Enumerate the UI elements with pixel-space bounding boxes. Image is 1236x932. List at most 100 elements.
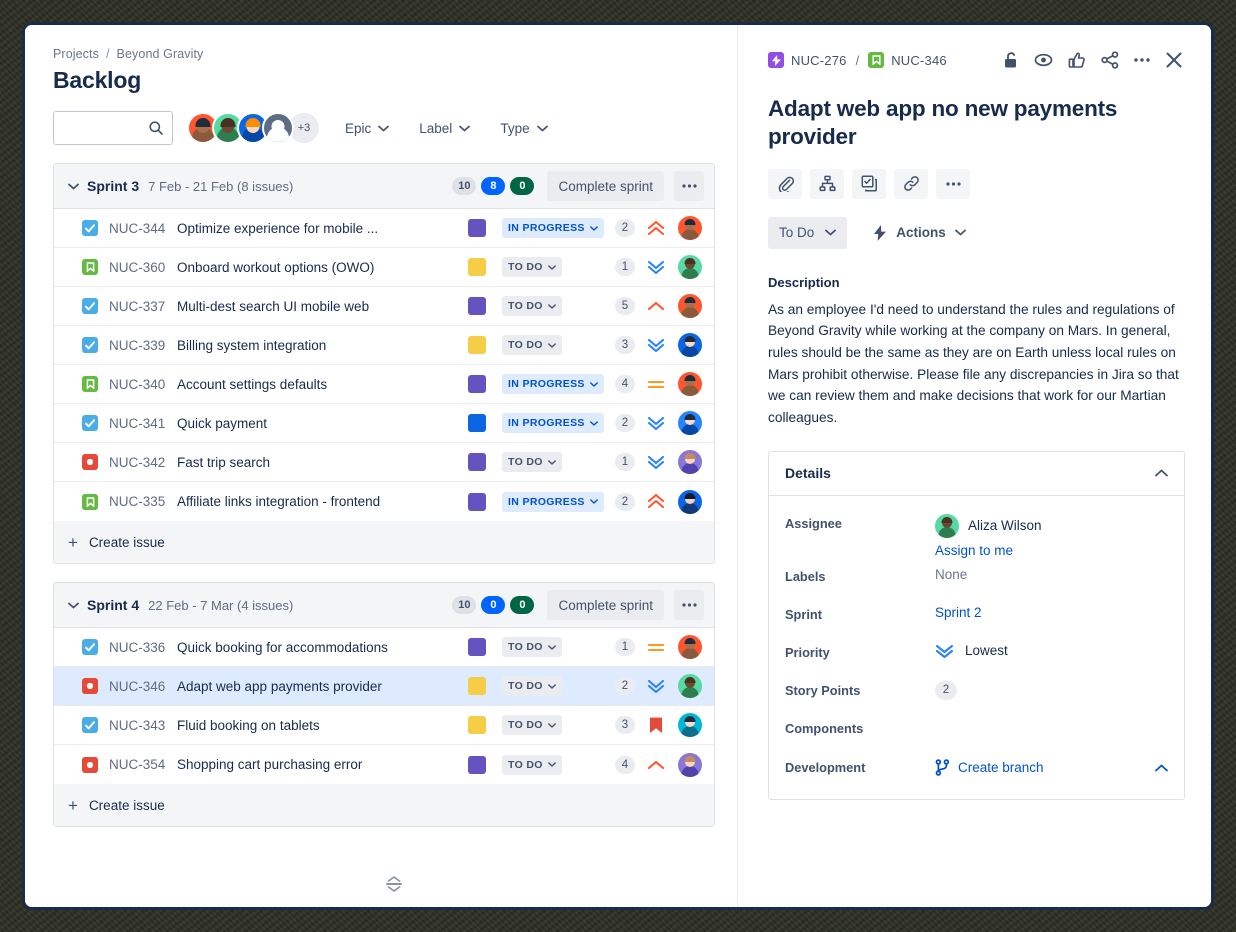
avatar[interactable] [678, 713, 702, 737]
chevron-down-icon[interactable] [68, 183, 79, 190]
filter-type[interactable]: Type [496, 112, 551, 144]
actions-dropdown[interactable]: Actions [873, 225, 966, 241]
status-dropdown[interactable]: IN PROGRESS [502, 413, 604, 433]
table-row[interactable]: NUC-360Onboard workout options (OWO)TO D… [54, 248, 714, 287]
story-points-badge[interactable]: 1 [615, 258, 635, 276]
issue-key[interactable]: NUC-354 [109, 757, 177, 772]
status-dropdown[interactable]: IN PROGRESS [502, 218, 604, 238]
table-row[interactable]: NUC-340Account settings defaults IN PROGR… [54, 365, 714, 404]
priority-indicator[interactable] [640, 717, 672, 734]
table-row[interactable]: NUC-342Fast trip searchTO DO1 [54, 443, 714, 482]
status-dropdown[interactable]: TO DO [502, 676, 562, 696]
avatar[interactable] [678, 333, 702, 357]
table-row[interactable]: NUC-335Affiliate links integration - fro… [54, 482, 714, 521]
priority-indicator[interactable] [640, 338, 672, 353]
priority-indicator[interactable] [640, 641, 672, 653]
quick-actions-more-button[interactable] [936, 169, 970, 199]
story-points-badge[interactable]: 3 [615, 716, 635, 734]
issue-key[interactable]: NUC-346 [109, 679, 177, 694]
story-points-badge[interactable]: 2 [615, 493, 635, 511]
issue-summary[interactable]: Billing system integration [177, 338, 468, 353]
filter-label[interactable]: Label [415, 112, 474, 144]
issue-summary[interactable]: Multi-dest search UI mobile web [177, 299, 468, 314]
epic-color-chip[interactable] [468, 677, 486, 695]
epic-color-chip[interactable] [468, 716, 486, 734]
status-dropdown[interactable]: TO DO [502, 296, 562, 316]
issue-key[interactable]: NUC-344 [109, 221, 177, 236]
priority-indicator[interactable] [640, 679, 672, 694]
share-icon[interactable] [1099, 49, 1121, 71]
status-dropdown[interactable]: TO DO [502, 257, 562, 277]
avatar[interactable] [678, 635, 702, 659]
epic-color-chip[interactable] [468, 375, 486, 393]
table-row[interactable]: NUC-354Shopping cart purchasing errorTO … [54, 745, 714, 784]
epic-color-chip[interactable] [468, 258, 486, 276]
status-dropdown[interactable]: IN PROGRESS [502, 374, 604, 394]
labels-value[interactable]: None [935, 564, 1168, 582]
story-points-badge[interactable]: 2 [615, 677, 635, 695]
issue-summary[interactable]: Shopping cart purchasing error [177, 757, 468, 772]
epic-color-chip[interactable] [468, 756, 486, 774]
status-dropdown[interactable]: TO DO [502, 335, 562, 355]
priority-indicator[interactable] [640, 378, 672, 390]
issue-key[interactable]: NUC-342 [109, 455, 177, 470]
pane-resize-handle[interactable] [381, 871, 407, 897]
issue-summary[interactable]: Account settings defaults [177, 377, 468, 392]
issue-summary[interactable]: Quick booking for accommodations [177, 640, 468, 655]
issue-key[interactable]: NUC-335 [109, 494, 177, 509]
priority-indicator[interactable] [640, 300, 672, 312]
avatar-group[interactable]: +3 [187, 112, 319, 144]
avatar[interactable] [678, 372, 702, 396]
attach-paperclip-icon[interactable] [768, 169, 802, 199]
status-dropdown[interactable]: IN PROGRESS [502, 492, 604, 512]
epic-color-chip[interactable] [468, 638, 486, 656]
avatar[interactable] [678, 753, 702, 777]
chevron-up-icon[interactable] [1155, 764, 1168, 772]
epic-color-chip[interactable] [468, 414, 486, 432]
detail-more-actions-button[interactable] [1132, 56, 1152, 64]
issue-summary[interactable]: Optimize experience for mobile ... [177, 221, 468, 236]
like-thumbs-up-icon[interactable] [1066, 49, 1088, 71]
issue-key[interactable]: NUC-336 [109, 640, 177, 655]
issue-key[interactable]: NUC-360 [109, 260, 177, 275]
issue-summary[interactable]: Quick payment [177, 416, 468, 431]
story-points-badge[interactable]: 3 [615, 336, 635, 354]
issue-summary[interactable]: Adapt web app payments provider [177, 679, 468, 694]
complete-sprint-button[interactable]: Complete sprint [547, 171, 664, 201]
create-issue-button[interactable]: + Create issue [54, 784, 714, 826]
issue-key[interactable]: NUC-343 [109, 718, 177, 733]
table-row[interactable]: NUC-336Quick booking for accommodations T… [54, 628, 714, 667]
chevron-down-icon[interactable] [68, 602, 79, 609]
sprint-header[interactable]: Sprint 3 7 Feb - 21 Feb (8 issues) 10 8 … [54, 164, 714, 208]
breadcrumb-projects[interactable]: Projects [53, 47, 99, 61]
create-issue-button[interactable]: + Create issue [54, 521, 714, 563]
avatar[interactable] [678, 490, 702, 514]
epic-color-chip[interactable] [468, 297, 486, 315]
story-points-badge[interactable]: 2 [615, 414, 635, 432]
table-row[interactable]: NUC-343Fluid booking on tabletsTO DO3 [54, 706, 714, 745]
status-dropdown[interactable]: TO DO [502, 637, 562, 657]
sprint-value-link[interactable]: Sprint 2 [935, 605, 982, 620]
components-value[interactable] [935, 716, 1168, 719]
priority-indicator[interactable] [640, 759, 672, 771]
issue-key[interactable]: NUC-341 [109, 416, 177, 431]
priority-indicator[interactable] [640, 221, 672, 236]
add-checklist-icon[interactable] [852, 169, 886, 199]
assign-to-me-link[interactable]: Assign to me [935, 543, 1013, 558]
avatar[interactable] [678, 216, 702, 240]
status-dropdown[interactable]: To Do [768, 217, 847, 249]
epic-color-chip[interactable] [468, 453, 486, 471]
detail-issue-chip[interactable]: NUC-346 [868, 52, 947, 68]
issue-key[interactable]: NUC-340 [109, 377, 177, 392]
story-points-badge[interactable]: 4 [615, 756, 635, 774]
sprint-more-actions-button[interactable] [674, 590, 704, 620]
story-points-value[interactable]: 2 [935, 681, 957, 700]
status-dropdown[interactable]: TO DO [502, 715, 562, 735]
table-row[interactable]: NUC-337Multi-dest search UI mobile webTO… [54, 287, 714, 326]
unlock-icon[interactable] [1000, 49, 1021, 71]
story-points-badge[interactable]: 4 [615, 375, 635, 393]
epic-color-chip[interactable] [468, 493, 486, 511]
epic-color-chip[interactable] [468, 336, 486, 354]
avatar[interactable] [678, 674, 702, 698]
epic-color-chip[interactable] [468, 219, 486, 237]
